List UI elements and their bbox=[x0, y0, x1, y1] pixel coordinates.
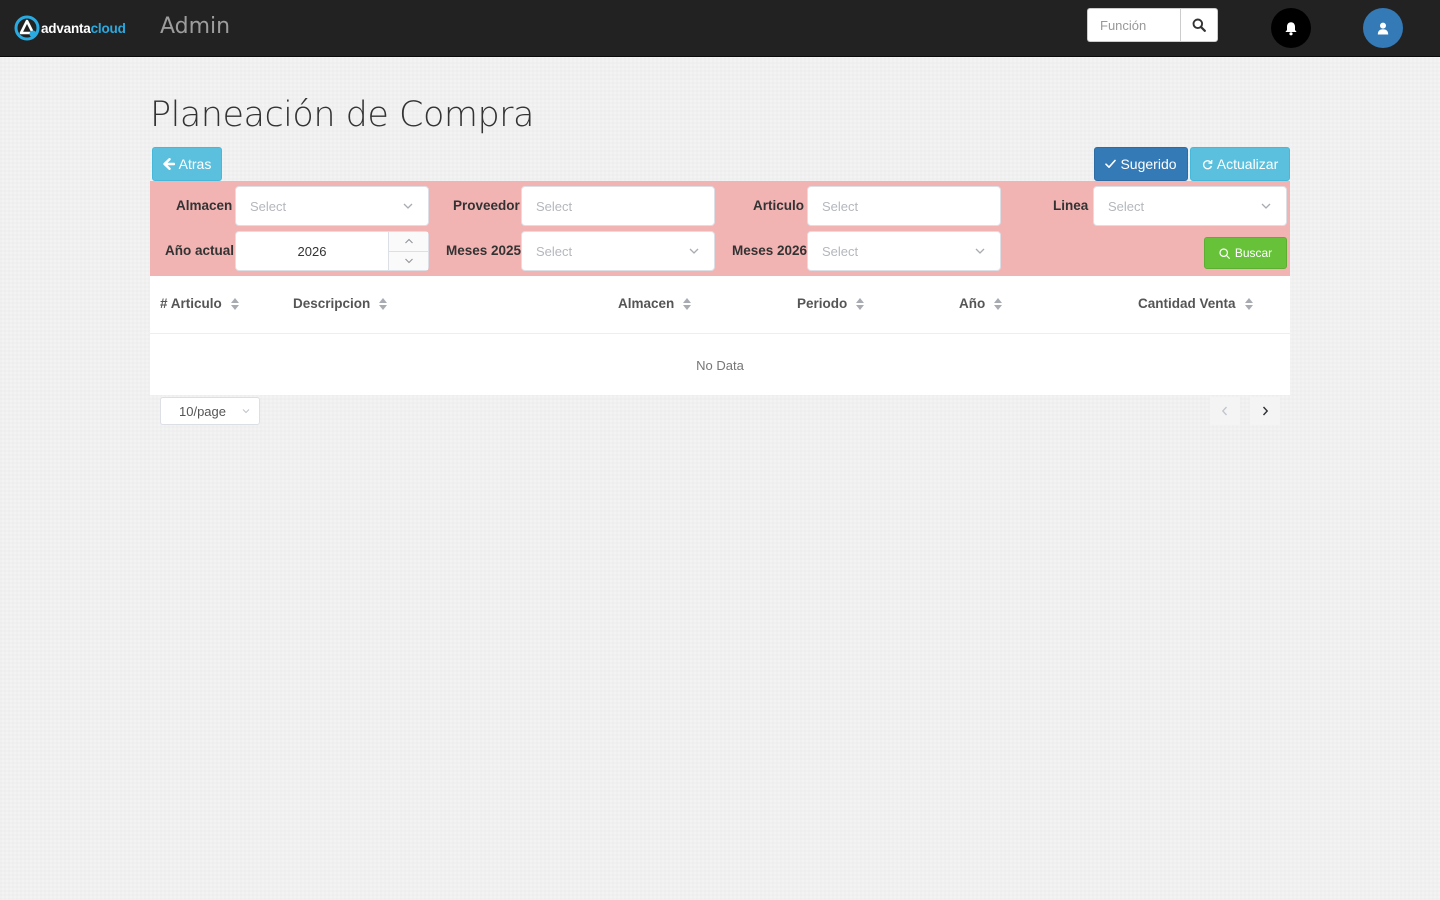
chevron-right-icon bbox=[1262, 406, 1269, 416]
brand-name: advantacloud bbox=[41, 20, 126, 36]
brand-logo[interactable]: advantacloud bbox=[14, 15, 126, 41]
sort-icon[interactable] bbox=[379, 297, 388, 310]
linea-label: Linea bbox=[1053, 198, 1089, 213]
chevron-left-icon bbox=[1221, 406, 1227, 416]
column-header-label: # Articulo bbox=[160, 296, 222, 311]
anio-actual-label: Año actual bbox=[165, 243, 235, 258]
sugerido-button-label: Sugerido bbox=[1120, 156, 1177, 172]
meses-2026-select[interactable]: Select bbox=[807, 231, 1001, 271]
sort-icon[interactable] bbox=[683, 297, 692, 310]
proveedor-select[interactable]: Select bbox=[521, 186, 715, 226]
articulo-select-placeholder: Select bbox=[822, 198, 859, 214]
cloud-logo-icon bbox=[14, 15, 40, 41]
user-icon bbox=[1377, 22, 1389, 34]
meses-2025-select[interactable]: Select bbox=[521, 231, 715, 271]
search-icon bbox=[1192, 18, 1206, 32]
column-header-label: Almacen bbox=[618, 296, 675, 311]
column-header-cantidad-venta[interactable]: Cantidad Venta bbox=[1138, 296, 1253, 311]
results-table: # Articulo Descripcion Almacen Periodo A… bbox=[150, 276, 1290, 395]
articulo-select[interactable]: Select bbox=[807, 186, 1001, 226]
chevron-down-icon bbox=[1261, 203, 1271, 209]
decrement-button[interactable] bbox=[389, 250, 428, 271]
buscar-button-label: Buscar bbox=[1234, 246, 1273, 260]
function-search-input[interactable] bbox=[1087, 8, 1180, 42]
anio-actual-input[interactable]: 2026 bbox=[235, 231, 429, 271]
articulo-label: Articulo bbox=[753, 198, 805, 213]
user-menu-button[interactable] bbox=[1363, 8, 1403, 48]
bell-icon bbox=[1285, 21, 1297, 35]
next-page-button[interactable] bbox=[1250, 397, 1280, 425]
column-header-articulo[interactable]: # Articulo bbox=[160, 296, 239, 311]
sort-icon[interactable] bbox=[230, 297, 239, 310]
proveedor-label: Proveedor bbox=[453, 198, 520, 213]
chevron-down-icon bbox=[975, 248, 985, 254]
back-button-label: Atras bbox=[178, 156, 212, 172]
prev-page-button[interactable] bbox=[1210, 397, 1240, 425]
column-header-almacen[interactable]: Almacen bbox=[618, 296, 692, 311]
page-size-select[interactable]: 10/page bbox=[160, 397, 260, 425]
meses-2025-label: Meses 2025 bbox=[446, 243, 522, 258]
app-title: Admin bbox=[160, 14, 231, 39]
actualizar-button-label: Actualizar bbox=[1216, 156, 1279, 172]
column-header-descripcion[interactable]: Descripcion bbox=[293, 296, 388, 311]
almacen-select[interactable]: Select bbox=[235, 186, 429, 226]
page-title: Planeación de Compra bbox=[150, 95, 535, 135]
meses-2026-label: Meses 2026 bbox=[732, 243, 808, 258]
page-size-value: 10/page bbox=[179, 403, 226, 419]
linea-select-placeholder: Select bbox=[1108, 198, 1145, 214]
chevron-down-icon bbox=[689, 248, 699, 254]
meses-2025-select-placeholder: Select bbox=[536, 243, 573, 259]
actualizar-button[interactable]: Actualizar bbox=[1190, 147, 1290, 181]
column-header-label: Cantidad Venta bbox=[1138, 296, 1236, 311]
increment-button[interactable] bbox=[389, 232, 428, 251]
notifications-button[interactable] bbox=[1271, 8, 1311, 48]
refresh-icon bbox=[1202, 159, 1213, 169]
column-header-periodo[interactable]: Periodo bbox=[797, 296, 865, 311]
linea-select[interactable]: Select bbox=[1093, 186, 1287, 226]
sugerido-button[interactable]: Sugerido bbox=[1094, 147, 1188, 181]
function-search bbox=[1087, 8, 1218, 42]
meses-2026-select-placeholder: Select bbox=[822, 243, 859, 259]
chevron-down-icon bbox=[403, 203, 413, 209]
empty-state-text: No Data bbox=[696, 358, 744, 373]
column-header-label: Periodo bbox=[797, 296, 848, 311]
anio-actual-value: 2026 bbox=[297, 243, 327, 259]
back-button[interactable]: Atras bbox=[152, 147, 222, 181]
search-button[interactable] bbox=[1180, 8, 1218, 42]
buscar-button[interactable]: Buscar bbox=[1204, 237, 1287, 269]
chevron-down-icon bbox=[242, 409, 250, 414]
chevron-up-icon bbox=[404, 238, 413, 244]
top-navbar: advantacloud Admin bbox=[0, 0, 1440, 57]
sort-icon[interactable] bbox=[1244, 297, 1253, 310]
column-header-label: Descripcion bbox=[293, 296, 371, 311]
almacen-select-placeholder: Select bbox=[250, 198, 287, 214]
filter-panel: Almacen Select Proveedor Select Articulo… bbox=[150, 181, 1290, 276]
search-icon bbox=[1219, 247, 1230, 259]
almacen-label: Almacen bbox=[176, 198, 233, 213]
proveedor-select-placeholder: Select bbox=[536, 198, 573, 214]
table-header: # Articulo Descripcion Almacen Periodo A… bbox=[150, 276, 1290, 334]
sort-icon[interactable] bbox=[994, 297, 1003, 310]
arrow-left-icon bbox=[162, 158, 175, 170]
column-header-label: Año bbox=[959, 296, 986, 311]
anio-stepper bbox=[388, 232, 428, 270]
column-header-anio[interactable]: Año bbox=[959, 296, 1003, 311]
sort-icon[interactable] bbox=[856, 297, 865, 310]
chevron-down-icon bbox=[404, 258, 413, 264]
check-icon bbox=[1105, 159, 1117, 168]
